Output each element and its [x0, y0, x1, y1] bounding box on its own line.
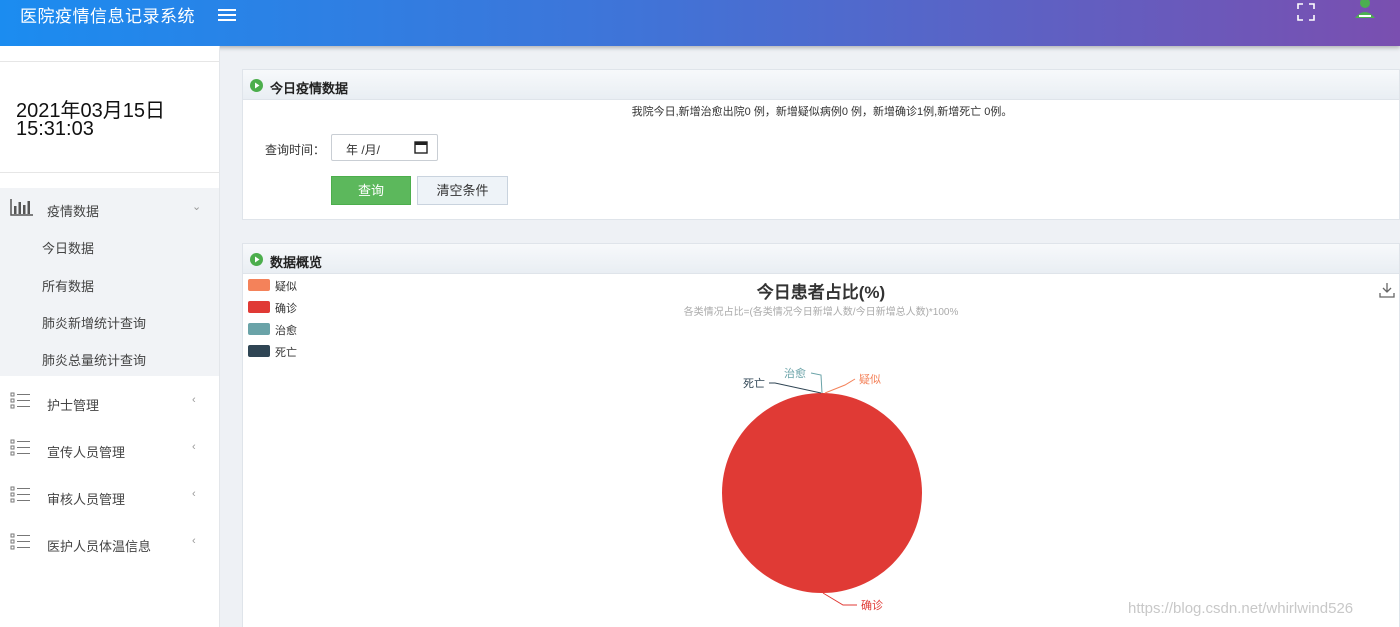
legend-label: 治愈	[275, 325, 297, 337]
legend-swatch	[248, 345, 270, 357]
user-avatar-icon[interactable]	[1352, 0, 1378, 20]
legend-swatch	[248, 323, 270, 335]
nav-new-stats-query[interactable]: 肺炎新增统计查询	[42, 313, 146, 332]
today-data-panel: 今日疫情数据 我院今日,新增治愈出院0 例，新增疑似病例0 例，新增确诊1例,新…	[242, 69, 1400, 220]
pie-label-1: 确诊	[861, 598, 883, 612]
list-icon	[10, 392, 30, 409]
pie-label-2: 治愈	[784, 366, 806, 380]
chart-title: 今日患者占比(%)	[756, 283, 886, 302]
top-bar: 医院疫情信息记录系统	[0, 0, 1400, 46]
play-circle-icon	[250, 79, 263, 92]
panel-header: 今日疫情数据	[243, 70, 1399, 100]
nav-staff-temperature[interactable]: 医护人员体温信息 ‹	[0, 523, 219, 563]
legend-label: 确诊	[275, 303, 297, 315]
bar-chart-icon	[10, 199, 33, 216]
calendar-icon[interactable]	[414, 140, 428, 154]
panel-title: 数据概览	[270, 255, 323, 270]
pie-label-line-0	[824, 378, 856, 394]
nav-nurse-management-label: 护士管理	[47, 398, 100, 413]
fullscreen-icon[interactable]	[1296, 2, 1316, 22]
query-time-label: 查询时间：	[265, 143, 326, 157]
nav-today-data[interactable]: 今日数据	[42, 238, 94, 257]
watermark: https://blog.csdn.net/whirlwind526	[1128, 600, 1354, 617]
chart-subtitle: 各类情况占比=(各类情况今日新增人数/今日新增总人数)*100%	[683, 307, 959, 318]
nav-publicity-management[interactable]: 宣传人员管理 ‹	[0, 429, 219, 469]
date-value: 年 /月/	[346, 143, 381, 157]
clock: 2021年03月15日 15:31:03	[0, 61, 219, 173]
nav-group-epidemic-data: 疫情数据 ⌄ 今日数据 所有数据 肺炎新增统计查询 肺炎总量统计查询	[0, 188, 219, 376]
download-icon[interactable]	[1379, 282, 1395, 298]
pie-label-line-2	[810, 372, 823, 394]
nav-nurse-management[interactable]: 护士管理 ‹	[0, 382, 219, 422]
play-circle-icon	[250, 253, 263, 266]
nav-total-stats-query[interactable]: 肺炎总量统计查询	[42, 350, 146, 369]
chart-area: 疑似 确诊 治愈 死亡 今日患者占比(%) 各类情况占比=(各类情况今日新增人数…	[243, 275, 1400, 627]
legend-label: 疑似	[275, 281, 297, 293]
clock-time: 15:31:03	[16, 118, 94, 140]
clear-conditions-button[interactable]: 清空条件	[417, 176, 508, 205]
list-icon	[10, 533, 30, 550]
pie-slice-1[interactable]	[722, 393, 922, 593]
nav-all-data[interactable]: 所有数据	[42, 276, 94, 295]
nav-auditor-management-label: 审核人员管理	[47, 492, 126, 507]
pie-label-0: 疑似	[859, 373, 881, 386]
nav-auditor-management[interactable]: 审核人员管理 ‹	[0, 476, 219, 516]
query-button[interactable]: 查询	[331, 176, 411, 205]
sidebar: 2021年03月15日 15:31:03 疫情数据 ⌄ 今日数据 所有数据 肺炎…	[0, 46, 220, 627]
chevron-down-icon: ⌄	[192, 201, 202, 213]
panel-title: 今日疫情数据	[270, 81, 349, 96]
nav-epidemic-data[interactable]: 疫情数据 ⌄	[0, 188, 219, 228]
data-overview-panel: 数据概览 疑似 确诊 治愈 死亡 今日患者占比(%) 各类情况占比=(各类情况今…	[242, 243, 1400, 627]
pie-label-3: 死亡	[743, 376, 765, 390]
today-notice: 我院今日,新增治愈出院0 例，新增疑似病例0 例，新增确诊1例,新增死亡 0例。	[631, 106, 1013, 118]
pie-label-line-1	[822, 592, 857, 606]
legend-swatch	[248, 279, 270, 291]
legend-label: 死亡	[275, 347, 297, 359]
legend-swatch	[248, 301, 270, 313]
list-icon	[10, 439, 30, 456]
chevron-left-icon: ‹	[192, 535, 196, 547]
nav-publicity-management-label: 宣传人员管理	[47, 445, 126, 460]
app-title: 医院疫情信息记录系统	[20, 7, 195, 26]
nav-staff-temperature-label: 医护人员体温信息	[47, 539, 152, 554]
pie-label-line-3	[769, 382, 822, 394]
chevron-left-icon: ‹	[192, 488, 196, 500]
nav-epidemic-data-label: 疫情数据	[47, 204, 100, 219]
list-icon	[10, 486, 30, 503]
panel-header: 数据概览	[243, 244, 1399, 274]
query-date-input[interactable]: 年 /月/	[331, 134, 438, 161]
chevron-left-icon: ‹	[192, 441, 196, 453]
hamburger-menu-icon[interactable]	[218, 6, 238, 26]
chevron-left-icon: ‹	[192, 394, 196, 406]
pie-chart: 疑似确诊 治愈死亡	[722, 366, 922, 612]
